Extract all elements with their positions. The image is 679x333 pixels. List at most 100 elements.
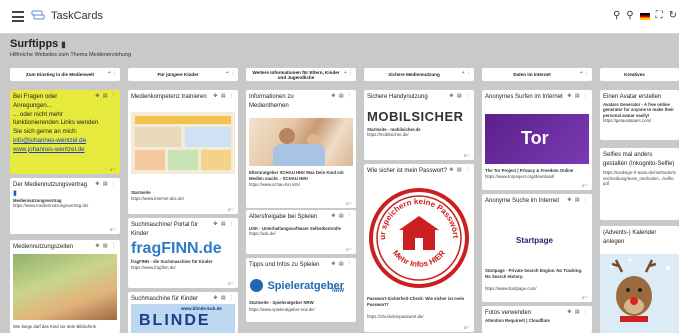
link-card[interactable]: ✥ ▤ ⋮ Altersfreigabe bei Spielen USK - U…: [246, 210, 356, 254]
column-menu-icon[interactable]: + ⋮: [226, 71, 235, 76]
like-count[interactable]: 0♡: [582, 295, 588, 300]
kids-screen-image: [13, 254, 117, 320]
card-url[interactable]: https://www.schau-hin.info/: [249, 182, 300, 188]
link-card[interactable]: ✥ ▤ ⋮ Wie sicher ist mein Passwort? Nur …: [364, 164, 474, 332]
like-count[interactable]: 0♡: [464, 325, 470, 330]
board-subtitle: Hilfreiche Websites zum Thema Medienerzi…: [10, 52, 132, 58]
zoom-icon[interactable]: ⚲: [626, 10, 633, 22]
card-text: The Tor Project | Privacy & Freedom Onli…: [485, 168, 574, 173]
board-header: Surftipps ▮ Hilfreiche Websites zum Thema…: [10, 38, 131, 58]
like-count[interactable]: 0♡: [228, 281, 234, 286]
startpage-logo: Startpage: [516, 236, 553, 245]
app-title: TaskCards: [51, 10, 103, 22]
column-header[interactable]: Weitere Informationen für Eltern, Kinder…: [246, 68, 356, 81]
link-card[interactable]: ✥ ▤ ⋮ Medienkompetenz trainieren Startse…: [128, 90, 238, 214]
card-controls-icon[interactable]: ✥ ▤ ⋮: [331, 93, 353, 99]
card-controls-icon[interactable]: ✥ ▤ ⋮: [449, 167, 471, 173]
link-card[interactable]: ✥ ▤ ⋮ Informationen zu Medienthemen Elte…: [246, 90, 356, 208]
card-controls-icon[interactable]: ✥ ▤ ⋮: [567, 197, 589, 203]
card-controls-icon[interactable]: ✥ ▤ ⋮: [331, 213, 353, 219]
card-url[interactable]: https://www.internet-abc.de/: [131, 196, 184, 202]
link-card[interactable]: ✥ ▤ ⋮ Mediennutzungszeiten Wie lange dar…: [10, 240, 120, 333]
document-icon: ▮: [13, 189, 17, 197]
card-controls-icon[interactable]: ✥ ▤ ⋮: [449, 93, 471, 99]
pin-icon[interactable]: ▮: [61, 40, 65, 49]
card-url[interactable]: https://www.fragfinn.de/: [131, 265, 235, 271]
card-url[interactable]: https://checkdeinpasswort.de/: [367, 314, 424, 320]
card-controls-icon[interactable]: ✥ ▤ ⋮: [567, 309, 589, 315]
link-card[interactable]: ✥ ▤ ⋮ Tipps und Infos zu Spielen Spieler…: [246, 258, 356, 322]
contact-line: funktionierenden Links wenden: [13, 119, 99, 127]
link-card[interactable]: ✥ ▤ ⋮ Fotos verwenden Attention Required…: [482, 306, 592, 333]
tor-project-image: Tor: [485, 114, 589, 164]
column-menu-icon[interactable]: + ⋮: [108, 71, 117, 76]
card-text: Passwort-Sicherheit-Check: Wie sicher is…: [367, 296, 465, 307]
refresh-icon[interactable]: ↻: [669, 10, 677, 22]
card-title: Selfies mal anders gestalten (Inkognito-…: [603, 152, 675, 167]
link-card[interactable]: (Advents-) Kalender anlegen: [600, 226, 679, 333]
link-card[interactable]: ✥ ▤ ⋮ Sichere Handynutzung MOBILSICHER S…: [364, 90, 474, 160]
stamp-bottom-text: Mehr Infos HIER: [391, 248, 447, 269]
link-card[interactable]: ✥ ▤ ⋮ Anonymes Surfen im Internet Tor Th…: [482, 90, 592, 190]
card-controls-icon[interactable]: ✥ ▤ ⋮: [95, 243, 117, 249]
top-bar: TaskCards ⚲ ⚲ ⛶ ↻: [0, 0, 679, 34]
column-menu-icon[interactable]: + ⋮: [462, 71, 471, 76]
link-card[interactable]: ✥ ▤ ⋮ Der Mediennutzungsvertrag ▮ Medien…: [10, 178, 120, 234]
card-controls-icon[interactable]: ✥ ▤ ⋮: [567, 93, 589, 99]
search-icon[interactable]: ⚲: [613, 10, 620, 22]
link-card[interactable]: ✥ ▤ ⋮ Anonyme Suche im Internet Startpag…: [482, 194, 592, 302]
card-url[interactable]: https://getavataaars.com/: [603, 118, 676, 124]
website-link[interactable]: www.johannes-wentzel.de: [13, 146, 117, 155]
card-text: Startseite: [131, 190, 151, 195]
column-header[interactable]: Kreatives: [600, 68, 679, 81]
menu-icon[interactable]: [12, 11, 24, 22]
like-count[interactable]: 0♡: [464, 153, 470, 158]
card-url[interactable]: https://medsign-fr-team.de/methodenbesch…: [603, 170, 676, 187]
email-link[interactable]: info@johannes-wentzel.de: [13, 137, 117, 146]
card-controls-icon[interactable]: ✥ ▤ ⋮: [95, 181, 117, 187]
svg-text:Mehr Infos HIER: Mehr Infos HIER: [391, 248, 447, 269]
reindeer-image: [600, 254, 679, 333]
like-count[interactable]: 1♡: [110, 167, 116, 172]
contact-line: Sie sich gerne an mich:: [13, 128, 78, 136]
card-url[interactable]: https://mobilsicher.de/: [367, 132, 471, 138]
link-card[interactable]: Einen Avatar erstellen Avatars Generator…: [600, 90, 679, 140]
link-card[interactable]: ✥ ▤ ⋮ Suchmaschine/ Portal für Kinder fr…: [128, 218, 238, 288]
like-count[interactable]: 0♡: [346, 247, 352, 252]
card-controls-icon[interactable]: ✥ ▤ ⋮: [213, 295, 235, 301]
card-text: Attention Required! | Cloudflare: [485, 317, 550, 323]
card-controls-icon[interactable]: ✥ ▤ ⋮: [213, 221, 235, 227]
like-count[interactable]: 0♡: [346, 201, 352, 206]
like-count[interactable]: 0♡: [582, 183, 588, 188]
column-header[interactable]: Sichere Mediennutzung + ⋮: [364, 68, 474, 81]
card-url[interactable]: https://www.startpage.com/: [485, 286, 537, 292]
blinde-kuh-wordmark: BLINDE: [139, 312, 211, 329]
card-title: Einen Avatar erstellen: [603, 94, 662, 100]
contact-line: ... oder nicht mehr: [13, 110, 63, 118]
card-text: Elternratgeber SCHAU HIN! Was Dein Kind …: [249, 170, 344, 181]
column-header[interactable]: Daten im Internet + ⋮: [482, 68, 592, 81]
card-url[interactable]: https://www.spieleratgeber-nrw.de/: [249, 307, 315, 313]
card-url[interactable]: https://www.mediennutzungsvertrag.de/: [13, 203, 117, 209]
link-card[interactable]: ✥ ▤ ⋮ Suchmaschine für Kinder www.blinde…: [128, 292, 238, 333]
spieleratgeber-logo: Spieleratgeber NRW: [250, 277, 352, 295]
link-card[interactable]: Selfies mal anders gestalten (Inkognito-…: [600, 148, 679, 220]
german-flag-icon[interactable]: [639, 12, 650, 20]
fullscreen-icon[interactable]: ⛶: [656, 10, 663, 22]
card-url[interactable]: https://www.torproject.org/download/: [485, 174, 554, 180]
card-url[interactable]: https://usk.de/: [249, 231, 353, 237]
mobilsicher-logo: MOBILSICHER: [367, 108, 464, 124]
column-header[interactable]: Für jüngere Kinder + ⋮: [128, 68, 238, 81]
like-count[interactable]: 0♡: [228, 207, 234, 212]
column-menu-icon[interactable]: + ⋮: [580, 71, 589, 76]
column-menu-icon[interactable]: + ⋮: [344, 71, 353, 76]
like-count[interactable]: 0♡: [110, 227, 116, 232]
card-controls-icon[interactable]: ✥ ▤ ⋮: [95, 93, 117, 99]
column-header[interactable]: Zum Einstieg in die Medienwelt + ⋮: [10, 68, 120, 81]
card-controls-icon[interactable]: ✥ ▤ ⋮: [213, 93, 235, 99]
card-text: Startseite - Spieleratgeber NRW: [249, 300, 314, 305]
fragfinn-logo: fragFINN.de: [131, 240, 222, 257]
card-controls-icon[interactable]: ✥ ▤ ⋮: [331, 261, 353, 267]
taskcards-logo: [31, 10, 45, 20]
contact-card[interactable]: ✥ ▤ ⋮ Bei Fragen oder Anregungen... ... …: [10, 90, 120, 174]
